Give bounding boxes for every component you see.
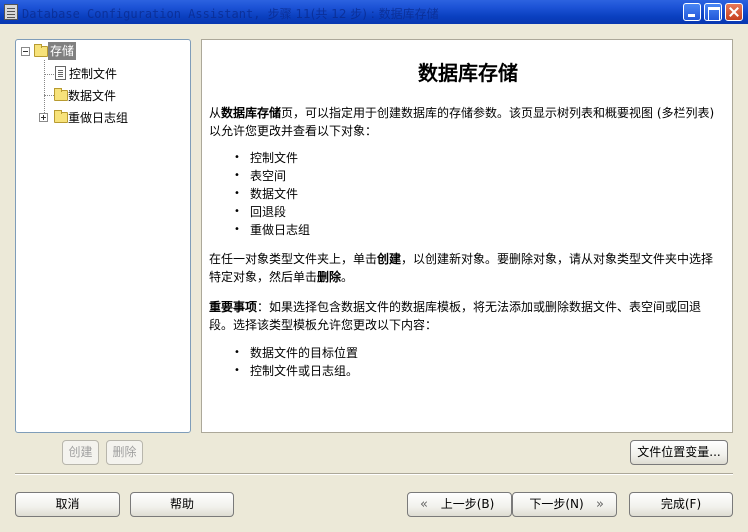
app-icon [4,4,18,20]
tree-connector [44,60,45,119]
list-item: 数据文件的目标位置 [232,344,358,362]
help-button[interactable]: 帮助 [130,492,234,517]
create-delete-paragraph: 在任一对象类型文件夹上，单击创建，以创建新对象。要删除对象，请从对象类型文件夹中… [209,250,719,286]
create-button[interactable]: 创建 [62,440,99,465]
delete-emphasis: 删除 [317,270,342,284]
list-item: 回退段 [232,203,310,221]
tree-connector [44,74,54,75]
list-item: 控制文件或日志组。 [232,362,358,380]
tree-item-data-files[interactable]: 数据文件 [68,87,116,105]
double-chevron-right-icon: » [596,497,604,512]
expand-icon[interactable] [39,113,48,122]
finish-button[interactable]: 完成(F) [629,492,733,517]
folder-icon [54,110,68,123]
create-emphasis: 创建 [377,252,402,266]
help-content-panel: 数据库存储 从数据库存储页，可以指定用于创建数据库的存储参数。该页显示树列表和概… [201,39,733,433]
delete-button[interactable]: 删除 [106,440,143,465]
tree-item-storage[interactable]: 存储 [48,42,77,60]
list-item: 表空间 [232,167,310,185]
cancel-button[interactable]: 取消 [15,492,120,517]
intro-text: 从 [209,106,222,120]
back-button[interactable]: « 上一步(B) [407,492,512,517]
create-text: 。 [341,270,354,284]
storage-tree[interactable]: 存储 控制文件 数据文件 重做日志组 [15,39,191,433]
note-emphasis: 重要事项 [209,300,258,314]
file-location-variables-button[interactable]: 文件位置变量... [630,440,728,465]
note-paragraph: 重要事项：如果选择包含数据文件的数据库模板，将无法添加或删除数据文件、表空间或回… [209,298,719,334]
folder-icon [54,88,68,101]
list-item: 重做日志组 [232,221,310,239]
close-button[interactable] [725,3,743,21]
object-list: 控制文件 表空间 数据文件 回退段 重做日志组 [232,149,310,239]
divider [15,473,733,475]
collapse-icon[interactable] [21,47,30,56]
tree-connector [44,95,54,96]
document-icon [55,66,66,80]
intro-emphasis: 数据库存储 [221,106,282,120]
tree-item-control-files[interactable]: 控制文件 [69,65,117,83]
back-button-label: 上一步(B) [440,497,495,511]
title-bar: Database Configuration Assistant, 步骤 11(… [0,0,748,24]
window-title: Database Configuration Assistant, 步骤 11(… [22,5,439,22]
list-item: 控制文件 [232,149,310,167]
next-button[interactable]: 下一步(N) » [512,492,617,517]
tree-item-redo-log-groups[interactable]: 重做日志组 [68,109,128,127]
folder-open-icon [34,44,48,57]
page-title: 数据库存储 [418,61,518,85]
list-item: 数据文件 [232,185,310,203]
create-text: 在任一对象类型文件夹上，单击 [209,252,378,266]
next-button-label: 下一步(N) [529,497,584,511]
changeable-list: 数据文件的目标位置 控制文件或日志组。 [232,344,358,380]
double-chevron-left-icon: « [420,497,428,512]
intro-text: 页，可以指定用于创建数据库的存储参数。该页显示树列表和概要视图 (多栏列表) 以… [209,106,715,138]
window-title-prefix: Database Configuration Assistant, [22,7,268,21]
note-text: ：如果选择包含数据文件的数据库模板，将无法添加或删除数据文件、表空间或回退段。选… [209,300,702,332]
maximize-button[interactable] [704,3,722,21]
intro-paragraph: 从数据库存储页，可以指定用于创建数据库的存储参数。该页显示树列表和概要视图 (多… [209,104,719,140]
minimize-button[interactable] [683,3,701,21]
window-title-step: 步骤 11(共 12 步) : 数据库存储 [267,7,439,21]
